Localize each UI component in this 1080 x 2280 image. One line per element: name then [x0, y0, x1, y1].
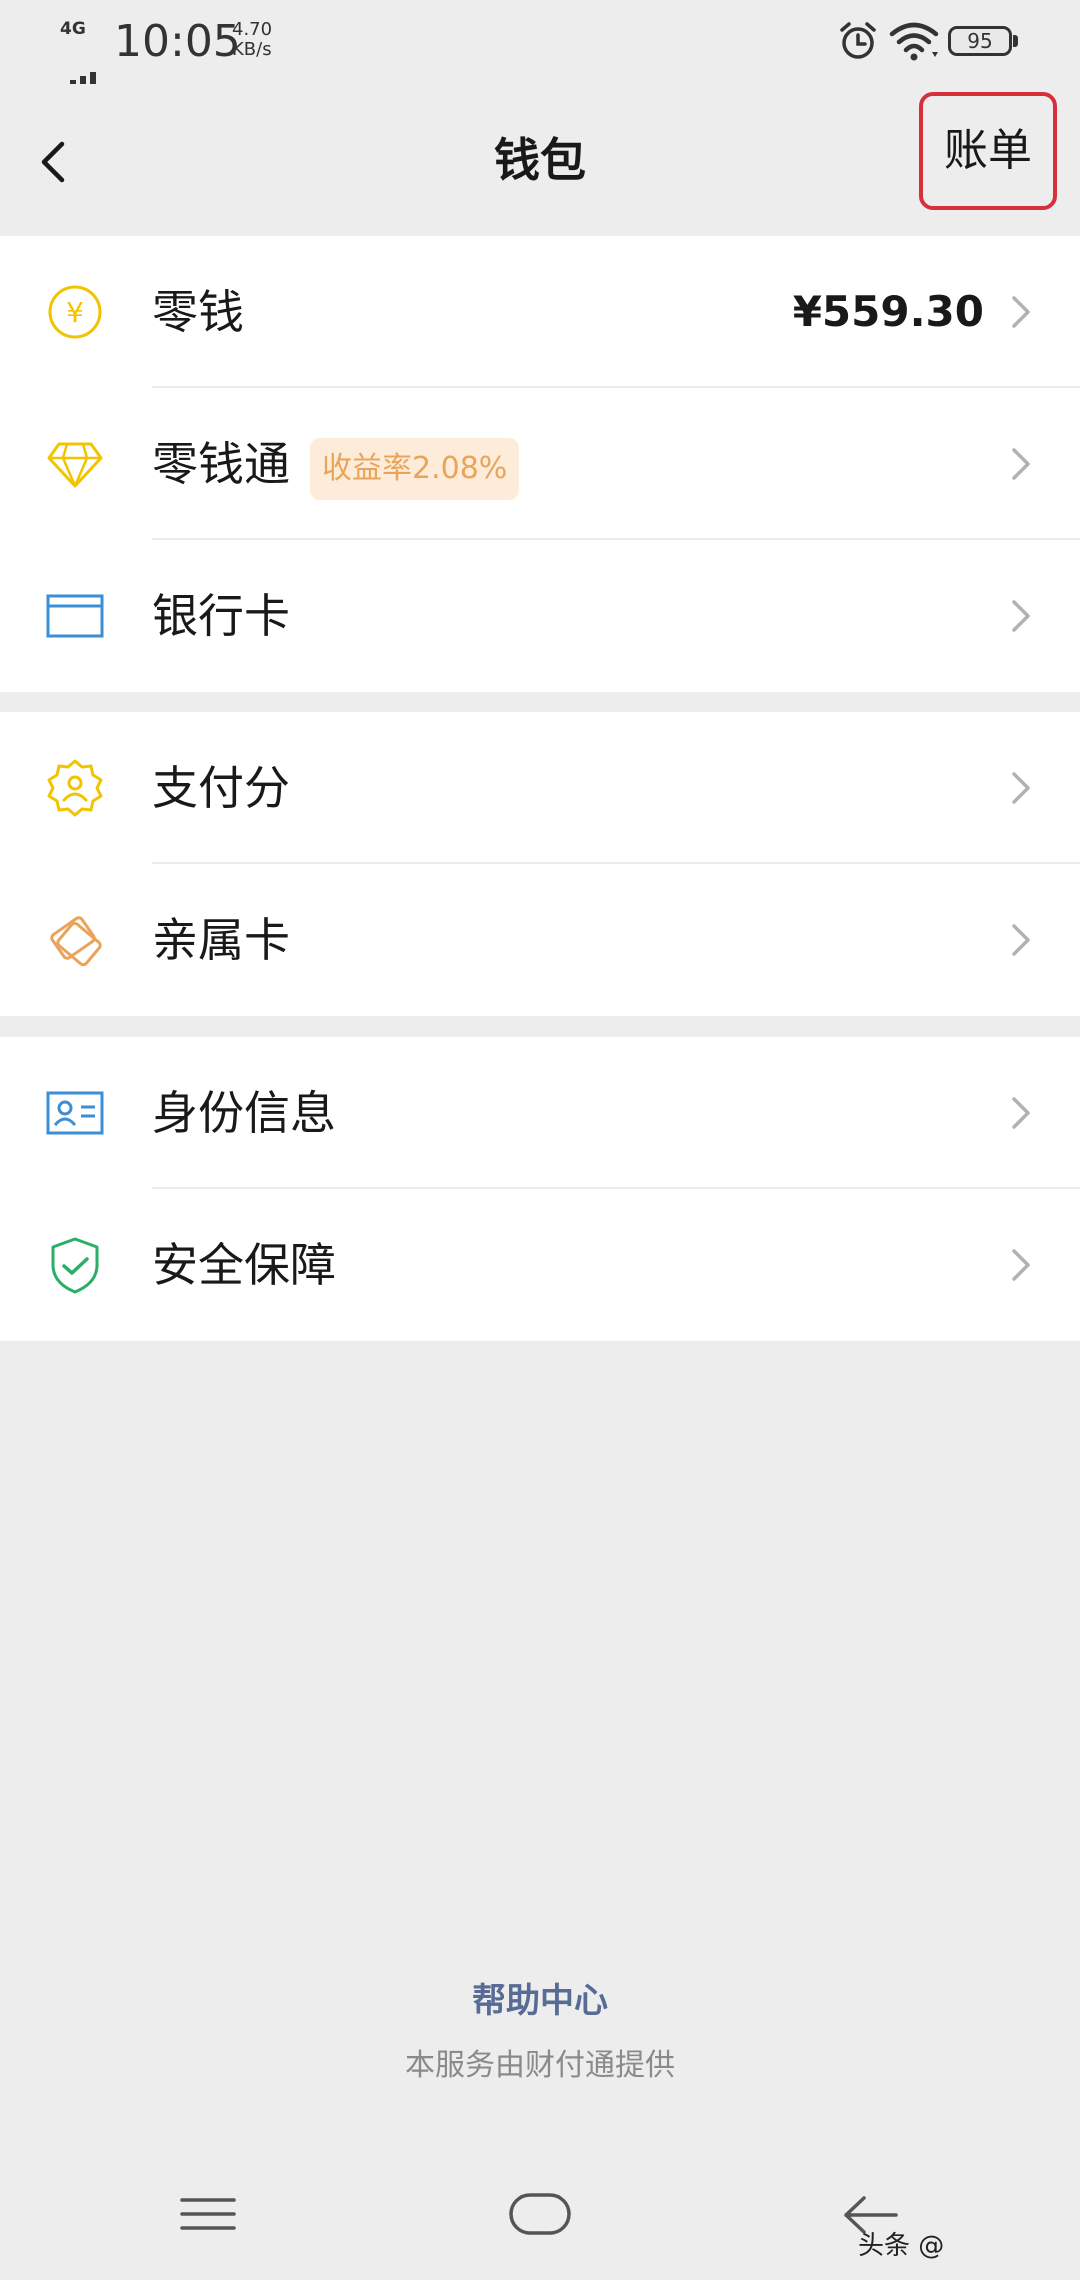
nav-bar: 钱包 账单 — [0, 84, 1080, 236]
list-item-label: 亲属卡 — [152, 913, 290, 967]
help-center-link[interactable]: 帮助中心 — [0, 1976, 1080, 2026]
id-card-icon — [46, 1091, 104, 1135]
status-bar: 4G 10:05 4.70 KB/s 95 — [0, 0, 1080, 92]
list-item-family-card[interactable]: 亲属卡 — [0, 864, 1080, 1016]
page-title: 钱包 — [494, 133, 586, 187]
chevron-right-icon — [1012, 1097, 1030, 1129]
list-item-lingqiantong[interactable]: 零钱通 收益率2.08% — [0, 388, 1080, 540]
list-item-label: 零钱通 — [152, 437, 290, 491]
chevron-right-icon — [1012, 448, 1030, 480]
provider-note: 本服务由财付通提供 — [405, 2048, 675, 2083]
wifi-icon — [889, 22, 939, 61]
list-item-label: 零钱 — [152, 285, 244, 339]
section-services: 支付分 亲属卡 — [0, 712, 1080, 1016]
alarm-icon — [840, 22, 876, 59]
bank-card-icon — [46, 594, 104, 638]
menu-icon[interactable] — [180, 2194, 236, 2234]
list-item-bank-card[interactable]: 银行卡 — [0, 540, 1080, 692]
network-speed: 4.70 KB/s — [232, 20, 272, 60]
credit-score-icon — [47, 759, 103, 817]
section-balance: ¥ 零钱 ¥559.30 零钱通 收益率2.08% 银行卡 — [0, 236, 1080, 692]
diamond-icon — [47, 442, 103, 488]
network-speed-value: 4.70 — [232, 19, 273, 40]
chevron-right-icon — [1012, 1249, 1030, 1281]
list-item-pay-score[interactable]: 支付分 — [0, 712, 1080, 864]
bill-button-label: 账单 — [944, 125, 1032, 176]
balance-amount: ¥559.30 — [792, 287, 984, 336]
chevron-right-icon — [1012, 296, 1030, 328]
yuan-coin-icon: ¥ — [48, 285, 102, 339]
list-item-label: 银行卡 — [152, 589, 290, 643]
watermark: 头条 @ — [858, 2231, 945, 2261]
list-item-identity-info[interactable]: 身份信息 — [0, 1037, 1080, 1189]
cellular-signal-icon: 4G — [60, 19, 106, 92]
home-icon[interactable] — [508, 2192, 572, 2236]
chevron-right-icon — [1012, 772, 1030, 804]
list-item-security[interactable]: 安全保障 — [0, 1189, 1080, 1341]
list-item-label: 支付分 — [152, 761, 290, 815]
network-type: 4G — [60, 19, 86, 39]
list-item-balance[interactable]: ¥ 零钱 ¥559.30 — [0, 236, 1080, 388]
network-speed-unit: KB/s — [232, 39, 272, 60]
section-account: 身份信息 安全保障 — [0, 1037, 1080, 1341]
bill-button[interactable]: 账单 — [919, 92, 1057, 210]
chevron-right-icon — [1012, 924, 1030, 956]
list-item-label: 安全保障 — [152, 1238, 336, 1292]
battery-icon: 95 — [948, 26, 1020, 58]
shield-check-icon — [51, 1237, 99, 1294]
yield-rate-badge: 收益率2.08% — [310, 438, 520, 500]
family-card-icon — [50, 916, 102, 967]
battery-level: 95 — [967, 29, 993, 53]
svg-text:¥: ¥ — [66, 296, 84, 329]
list-item-label: 身份信息 — [152, 1086, 336, 1140]
chevron-right-icon — [1012, 600, 1030, 632]
status-time: 10:05 — [114, 16, 241, 67]
